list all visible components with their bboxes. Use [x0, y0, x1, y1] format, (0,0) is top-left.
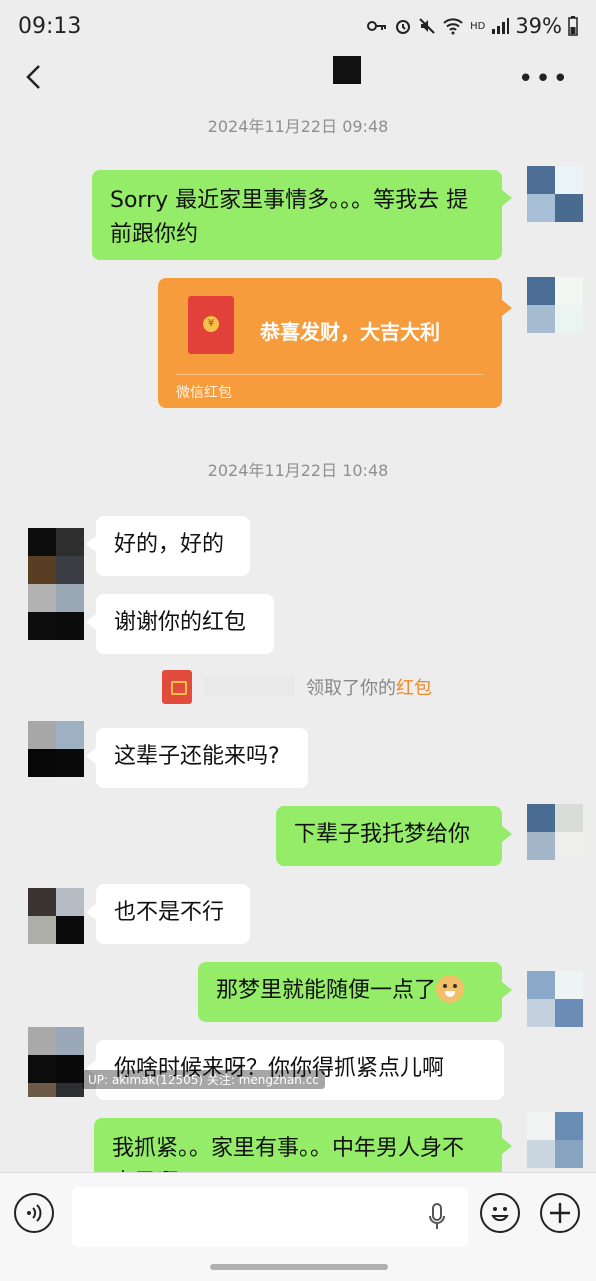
contact-avatar[interactable] [28, 1027, 84, 1083]
message-bubble-received[interactable]: 也不是不行 [86, 884, 250, 944]
red-packet-source: 微信红包 [176, 385, 232, 401]
contact-avatar[interactable] [28, 888, 84, 944]
battery-icon [568, 16, 578, 36]
contact-avatar-partial [28, 1083, 84, 1111]
my-avatar[interactable] [527, 971, 583, 1027]
contact-avatar[interactable] [28, 528, 84, 584]
divider [176, 374, 484, 375]
my-avatar[interactable] [527, 277, 583, 333]
home-indicator[interactable] [210, 1264, 388, 1270]
message-input[interactable] [72, 1187, 468, 1247]
message-bubble-received[interactable]: 好的，好的 [86, 516, 250, 576]
wifi-icon [443, 18, 463, 35]
key-icon [367, 21, 387, 31]
battery-percent: 39% [515, 14, 562, 38]
watermark: UP: akimak(12505) 关注: mengzhan.cc [82, 1070, 325, 1089]
red-packet-title: 恭喜发财，大吉大利 [260, 320, 440, 344]
more-options-button[interactable]: ••• [518, 64, 570, 94]
message-bubble-sent[interactable]: 那梦里就能随便一点了 [198, 962, 512, 1022]
back-arrow-icon[interactable] [20, 62, 50, 92]
emoji-button[interactable] [480, 1193, 520, 1233]
red-packet-link[interactable]: 红包 [396, 678, 432, 699]
redacted-name [204, 677, 294, 697]
status-time: 09:13 [18, 14, 82, 39]
status-icons: HD 39% [366, 14, 578, 38]
my-avatar[interactable] [527, 1112, 583, 1168]
system-message-text: 领取了你的红包 [306, 678, 432, 699]
more-functions-button[interactable] [540, 1193, 580, 1233]
alarm-icon [396, 20, 411, 34]
doge-emoji-icon [436, 975, 465, 1003]
status-bar: 09:13 HD 39% [0, 0, 596, 52]
my-avatar[interactable] [527, 166, 583, 222]
chat-title-redacted [333, 56, 361, 84]
plus-icon [550, 1203, 570, 1223]
message-bubble-received[interactable]: 谢谢你的红包 [86, 594, 274, 654]
message-text: 那梦里就能随便一点了 [216, 978, 437, 1003]
red-packet-card[interactable]: ¥ 恭喜发财，大吉大利 微信红包 [158, 278, 512, 408]
contact-avatar[interactable] [28, 584, 84, 640]
my-avatar[interactable] [527, 804, 583, 860]
timestamp: 2024年11月22日 09:48 [207, 117, 389, 136]
message-bubble-sent[interactable]: Sorry 最近家里事情多。。。等我去 提前跟你约 [92, 170, 512, 260]
system-message: 领取了你的红包 [162, 670, 432, 704]
contact-avatar[interactable] [28, 721, 84, 777]
red-packet-icon: ¥ [188, 296, 234, 354]
voice-icon [27, 1204, 42, 1222]
signal-icon [492, 18, 510, 34]
message-bubble-received[interactable]: 这辈子还能来吗? [86, 728, 308, 788]
emoji-icon [491, 1207, 509, 1222]
timestamp: 2024年11月22日 10:48 [207, 461, 389, 480]
red-packet-small-icon [162, 670, 192, 704]
mic-icon[interactable] [428, 1203, 446, 1231]
chat-header: ••• [0, 52, 596, 106]
mute-icon [419, 18, 435, 34]
voice-input-button[interactable] [14, 1193, 54, 1233]
hd-label: HD [470, 20, 486, 32]
message-bubble-sent[interactable]: 下辈子我托梦给你 [276, 806, 512, 866]
